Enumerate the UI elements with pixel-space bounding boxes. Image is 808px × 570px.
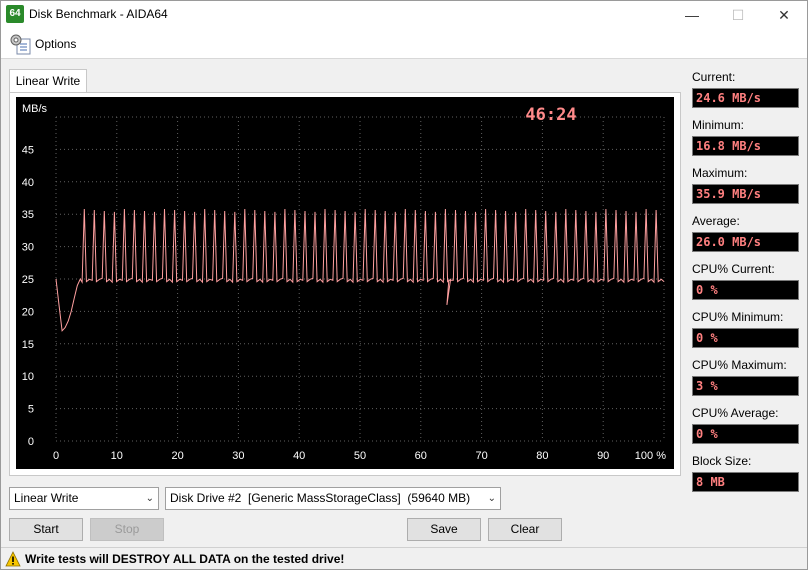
test-select-value: Linear Write xyxy=(14,491,79,505)
cpu-minimum-value: 0 % xyxy=(692,328,799,348)
status-bar: Write tests will DESTROY ALL DATA on the… xyxy=(1,547,807,569)
maximum-value: 35.9 MB/s xyxy=(692,184,799,204)
x-tick-label: 0 xyxy=(53,450,59,462)
window-title: Disk Benchmark - AIDA64 xyxy=(29,7,168,21)
x-tick-label: 70 xyxy=(475,450,487,462)
maximize-button[interactable]: ☐ xyxy=(715,1,761,29)
elapsed-timer: 46:24 xyxy=(525,105,576,125)
current-value: 24.6 MB/s xyxy=(692,88,799,108)
y-tick-label: 40 xyxy=(22,177,34,189)
stop-button-label: Stop xyxy=(114,522,140,536)
y-tick-label: 25 xyxy=(22,274,34,286)
y-tick-label: 0 xyxy=(28,436,34,448)
options-menu[interactable]: Options xyxy=(35,37,76,51)
x-tick-label: 20 xyxy=(171,450,183,462)
disk-benchmark-window: 64 Disk Benchmark - AIDA64 — ☐ ✕ Options… xyxy=(0,0,808,570)
y-tick-label: 10 xyxy=(22,371,34,383)
start-button[interactable]: Start xyxy=(9,518,83,541)
x-tick-label: 40 xyxy=(293,450,305,462)
title-bar[interactable]: 64 Disk Benchmark - AIDA64 — ☐ ✕ xyxy=(1,1,807,29)
x-tick-label: 90 xyxy=(597,450,609,462)
y-tick-label: 20 xyxy=(22,306,34,318)
minimum-label: Minimum: xyxy=(692,118,745,132)
chart-svg: 0 5 10 15 20 25 30 35 40 45 MB/s 0 10 20 30 40 50 60 70 80 9… xyxy=(22,103,666,462)
cpu-average-value: 0 % xyxy=(692,424,799,444)
menu-bar: Options xyxy=(1,29,807,59)
cpu-minimum-label: CPU% Minimum: xyxy=(692,310,784,324)
aida64-app-icon: 64 xyxy=(6,5,24,23)
cpu-average-label: CPU% Average: xyxy=(692,406,779,420)
drive-select-value: Disk Drive #2 [Generic MassStorageClass]… xyxy=(170,491,471,505)
maximum-label: Maximum: xyxy=(692,166,748,180)
tab-linear-write[interactable]: Linear Write xyxy=(9,69,87,93)
benchmark-chart: 0 5 10 15 20 25 30 35 40 45 MB/s 0 10 20 30 40 50 60 70 80 9… xyxy=(16,97,674,469)
chevron-down-icon: ⌄ xyxy=(487,493,496,504)
clear-button[interactable]: Clear xyxy=(488,518,562,541)
cpu-current-value: 0 % xyxy=(692,280,799,300)
minimum-value: 16.8 MB/s xyxy=(692,136,799,156)
x-tick-label: 80 xyxy=(536,450,548,462)
x-tick-label: 30 xyxy=(232,450,244,462)
cpu-current-label: CPU% Current: xyxy=(692,262,775,276)
y-tick-label: 5 xyxy=(28,404,34,416)
y-axis-label: MB/s xyxy=(22,103,48,115)
x-tick-label: 100 % xyxy=(635,450,666,462)
y-tick-label: 35 xyxy=(22,209,34,221)
x-tick-label: 50 xyxy=(354,450,366,462)
test-select[interactable]: Linear Write ⌄ xyxy=(9,487,159,510)
start-button-label: Start xyxy=(33,522,59,536)
options-icon xyxy=(10,34,31,55)
x-tick-label: 10 xyxy=(111,450,123,462)
close-button[interactable]: ✕ xyxy=(761,1,807,29)
y-tick-label: 45 xyxy=(22,144,34,156)
y-tick-label: 15 xyxy=(22,339,34,351)
average-label: Average: xyxy=(692,214,740,228)
minimize-button[interactable]: — xyxy=(669,1,715,29)
drive-select[interactable]: Disk Drive #2 [Generic MassStorageClass]… xyxy=(165,487,501,510)
y-tick-label: 30 xyxy=(22,242,34,254)
clear-button-label: Clear xyxy=(510,522,540,536)
save-button[interactable]: Save xyxy=(407,518,481,541)
chevron-down-icon: ⌄ xyxy=(145,493,154,504)
save-button-label: Save xyxy=(430,522,458,536)
block-size-value: 8 MB xyxy=(692,472,799,492)
stop-button[interactable]: Stop xyxy=(90,518,164,541)
cpu-maximum-value: 3 % xyxy=(692,376,799,396)
average-value: 26.0 MB/s xyxy=(692,232,799,252)
warning-message: Write tests will DESTROY ALL DATA on the… xyxy=(25,552,345,566)
current-label: Current: xyxy=(692,70,736,84)
cpu-maximum-label: CPU% Maximum: xyxy=(692,358,787,372)
warning-icon xyxy=(5,551,21,567)
block-size-label: Block Size: xyxy=(692,454,752,468)
x-tick-label: 60 xyxy=(415,450,427,462)
